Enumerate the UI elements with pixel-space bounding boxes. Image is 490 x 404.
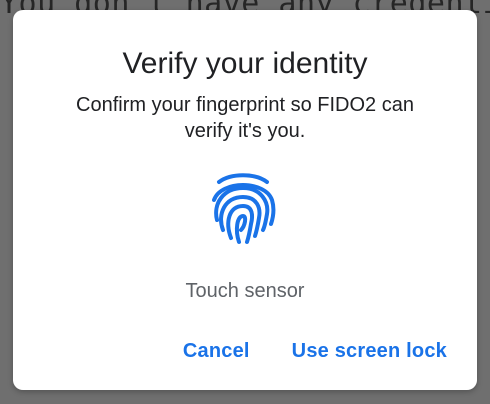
use-screen-lock-button[interactable]: Use screen lock bbox=[288, 336, 451, 367]
dialog-message: Confirm your fingerprint so FIDO2 can ve… bbox=[76, 94, 414, 142]
cancel-button[interactable]: Cancel bbox=[179, 336, 254, 367]
biometric-dialog: Verify your identity Confirm your finger… bbox=[13, 10, 477, 390]
fingerprint-icon[interactable] bbox=[209, 170, 277, 246]
dialog-title: Verify your identity bbox=[122, 47, 368, 80]
sensor-status: Touch sensor bbox=[185, 280, 305, 302]
dialog-actions: Cancel Use screen lock bbox=[179, 336, 451, 367]
